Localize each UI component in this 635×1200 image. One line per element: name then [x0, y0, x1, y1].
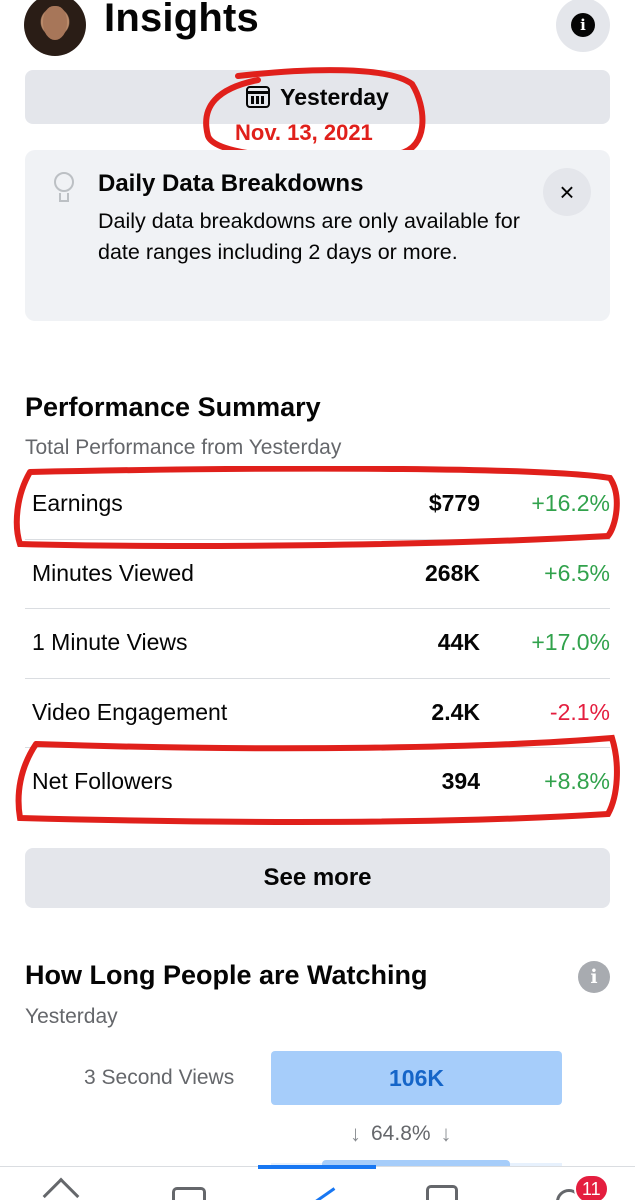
watching-title: How Long People are Watching: [25, 960, 428, 990]
header: Insights i: [0, 0, 635, 62]
three-second-views-label: 3 Second Views: [84, 1066, 235, 1089]
active-tab-indicator: [258, 1165, 376, 1169]
metric-change: -2.1%: [549, 698, 610, 725]
info-button[interactable]: i: [556, 0, 610, 52]
net-followers-annotation-outline: [15, 734, 620, 825]
watching-subtitle: Yesterday: [25, 1005, 118, 1028]
notification-badge: 11: [574, 1174, 609, 1200]
earnings-annotation-outline: [13, 466, 620, 549]
metric-label: Video Engagement: [32, 698, 228, 725]
profile-card-icon[interactable]: [172, 1181, 208, 1200]
content-icon[interactable]: [426, 1181, 462, 1200]
retention-rate: ↓ 64.8% ↓: [350, 1121, 452, 1147]
watching-info-icon[interactable]: i: [578, 961, 610, 993]
lightbulb-icon: [53, 172, 75, 204]
see-more-button[interactable]: See more: [25, 848, 610, 908]
home-icon[interactable]: [42, 1177, 80, 1200]
bottom-tab-bar: [0, 1165, 635, 1200]
tip-title: Daily Data Breakdowns: [98, 170, 364, 197]
avatar-face: [43, 6, 67, 40]
metric-value: 44K: [437, 629, 480, 655]
three-second-views-value: 106K: [389, 1064, 444, 1091]
three-second-views-bar[interactable]: 106K: [271, 1051, 562, 1105]
down-arrow-icon: ↓: [350, 1121, 361, 1146]
down-arrow-icon: ↓: [440, 1121, 452, 1146]
close-icon[interactable]: ×: [543, 168, 591, 216]
metric-change: +17.0%: [531, 629, 610, 655]
metric-value: 2.4K: [431, 698, 480, 725]
metric-value: 268K: [425, 559, 480, 586]
info-icon: i: [571, 13, 595, 37]
performance-summary-subtitle: Total Performance from Yesterday: [25, 436, 342, 459]
page-title: Insights: [104, 0, 259, 40]
retention-value: 64.8%: [371, 1122, 431, 1145]
performance-summary-title: Performance Summary: [25, 392, 321, 422]
tip-card: Daily Data Breakdowns Daily data breakdo…: [25, 150, 610, 321]
metric-label: Minutes Viewed: [32, 559, 194, 586]
metric-label: 1 Minute Views: [32, 629, 188, 655]
metric-row-1-minute-views[interactable]: 1 Minute Views 44K +17.0%: [25, 609, 610, 679]
tip-body: Daily data breakdowns are only available…: [98, 209, 520, 264]
metric-change: +6.5%: [544, 559, 610, 586]
insights-icon[interactable]: [305, 1181, 341, 1200]
avatar[interactable]: [24, 0, 86, 56]
